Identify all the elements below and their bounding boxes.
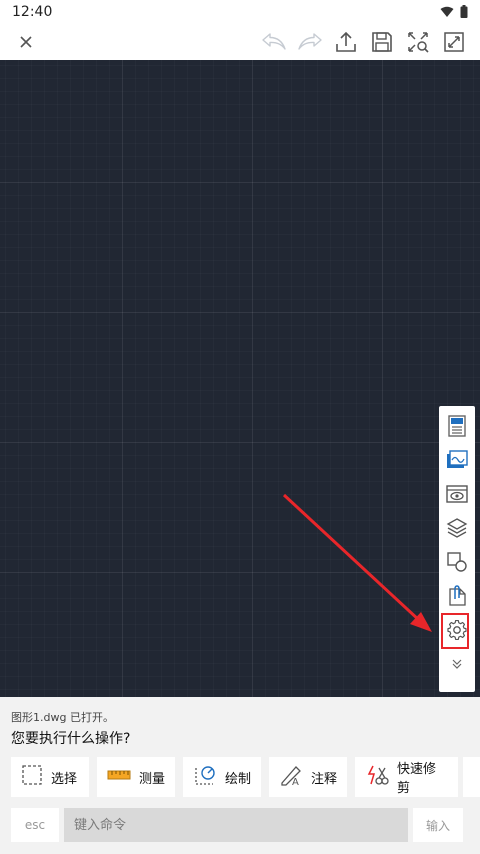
undo-icon[interactable] xyxy=(256,24,292,60)
battery-icon xyxy=(460,3,468,22)
annotate-label: 注释 xyxy=(311,771,338,787)
layouts-icon[interactable] xyxy=(440,443,474,477)
status-time: 12:40 xyxy=(12,4,53,20)
quick-trim-label: 快速修剪 xyxy=(397,762,437,796)
select-label: 选择 xyxy=(51,771,78,787)
command-panel: 图形1.dwg 已打开。 您要执行什么操作? 选择 测量 绘制 A 注释 快速修… xyxy=(0,697,480,854)
ruler-icon xyxy=(107,769,131,785)
select-icon xyxy=(21,764,43,790)
measure-label: 测量 xyxy=(139,771,166,787)
settings-icon[interactable] xyxy=(440,613,474,649)
quick-actions: 选择 测量 绘制 A 注释 快速修剪 xyxy=(11,757,458,797)
svg-text:A: A xyxy=(292,777,299,786)
redo-icon[interactable] xyxy=(292,24,328,60)
command-row: esc 输入 xyxy=(11,808,469,842)
blocks-icon[interactable] xyxy=(440,545,474,579)
top-toolbar xyxy=(0,24,480,60)
zoom-extents-icon[interactable] xyxy=(400,24,436,60)
attach-icon[interactable] xyxy=(440,579,474,613)
measure-button[interactable]: 测量 xyxy=(97,757,175,797)
fullscreen-icon[interactable] xyxy=(436,24,472,60)
view-icon[interactable] xyxy=(440,477,474,511)
select-button[interactable]: 选择 xyxy=(11,757,89,797)
annotate-icon: A xyxy=(279,764,303,790)
more-actions-button[interactable] xyxy=(463,757,480,797)
drawing-canvas[interactable] xyxy=(0,60,480,697)
draw-label: 绘制 xyxy=(225,771,252,787)
prompt-message: 您要执行什么操作? xyxy=(11,731,131,747)
share-icon[interactable] xyxy=(328,24,364,60)
quick-trim-icon xyxy=(365,764,389,790)
layers-icon[interactable] xyxy=(440,511,474,545)
save-icon[interactable] xyxy=(364,24,400,60)
quick-trim-button[interactable]: 快速修剪 xyxy=(355,757,458,797)
status-bar: 12:40 xyxy=(0,0,480,24)
draw-button[interactable]: 绘制 xyxy=(183,757,261,797)
wifi-icon xyxy=(440,3,454,22)
draw-icon xyxy=(193,764,217,790)
enter-button[interactable]: 输入 xyxy=(413,808,463,842)
side-tool-panel xyxy=(439,406,475,692)
properties-icon[interactable] xyxy=(440,409,474,443)
esc-button[interactable]: esc xyxy=(11,808,59,842)
annotate-button[interactable]: A 注释 xyxy=(269,757,347,797)
close-icon[interactable] xyxy=(8,24,44,60)
command-input[interactable] xyxy=(64,808,408,842)
status-message: 图形1.dwg 已打开。 xyxy=(11,711,114,724)
collapse-icon[interactable] xyxy=(440,647,474,681)
